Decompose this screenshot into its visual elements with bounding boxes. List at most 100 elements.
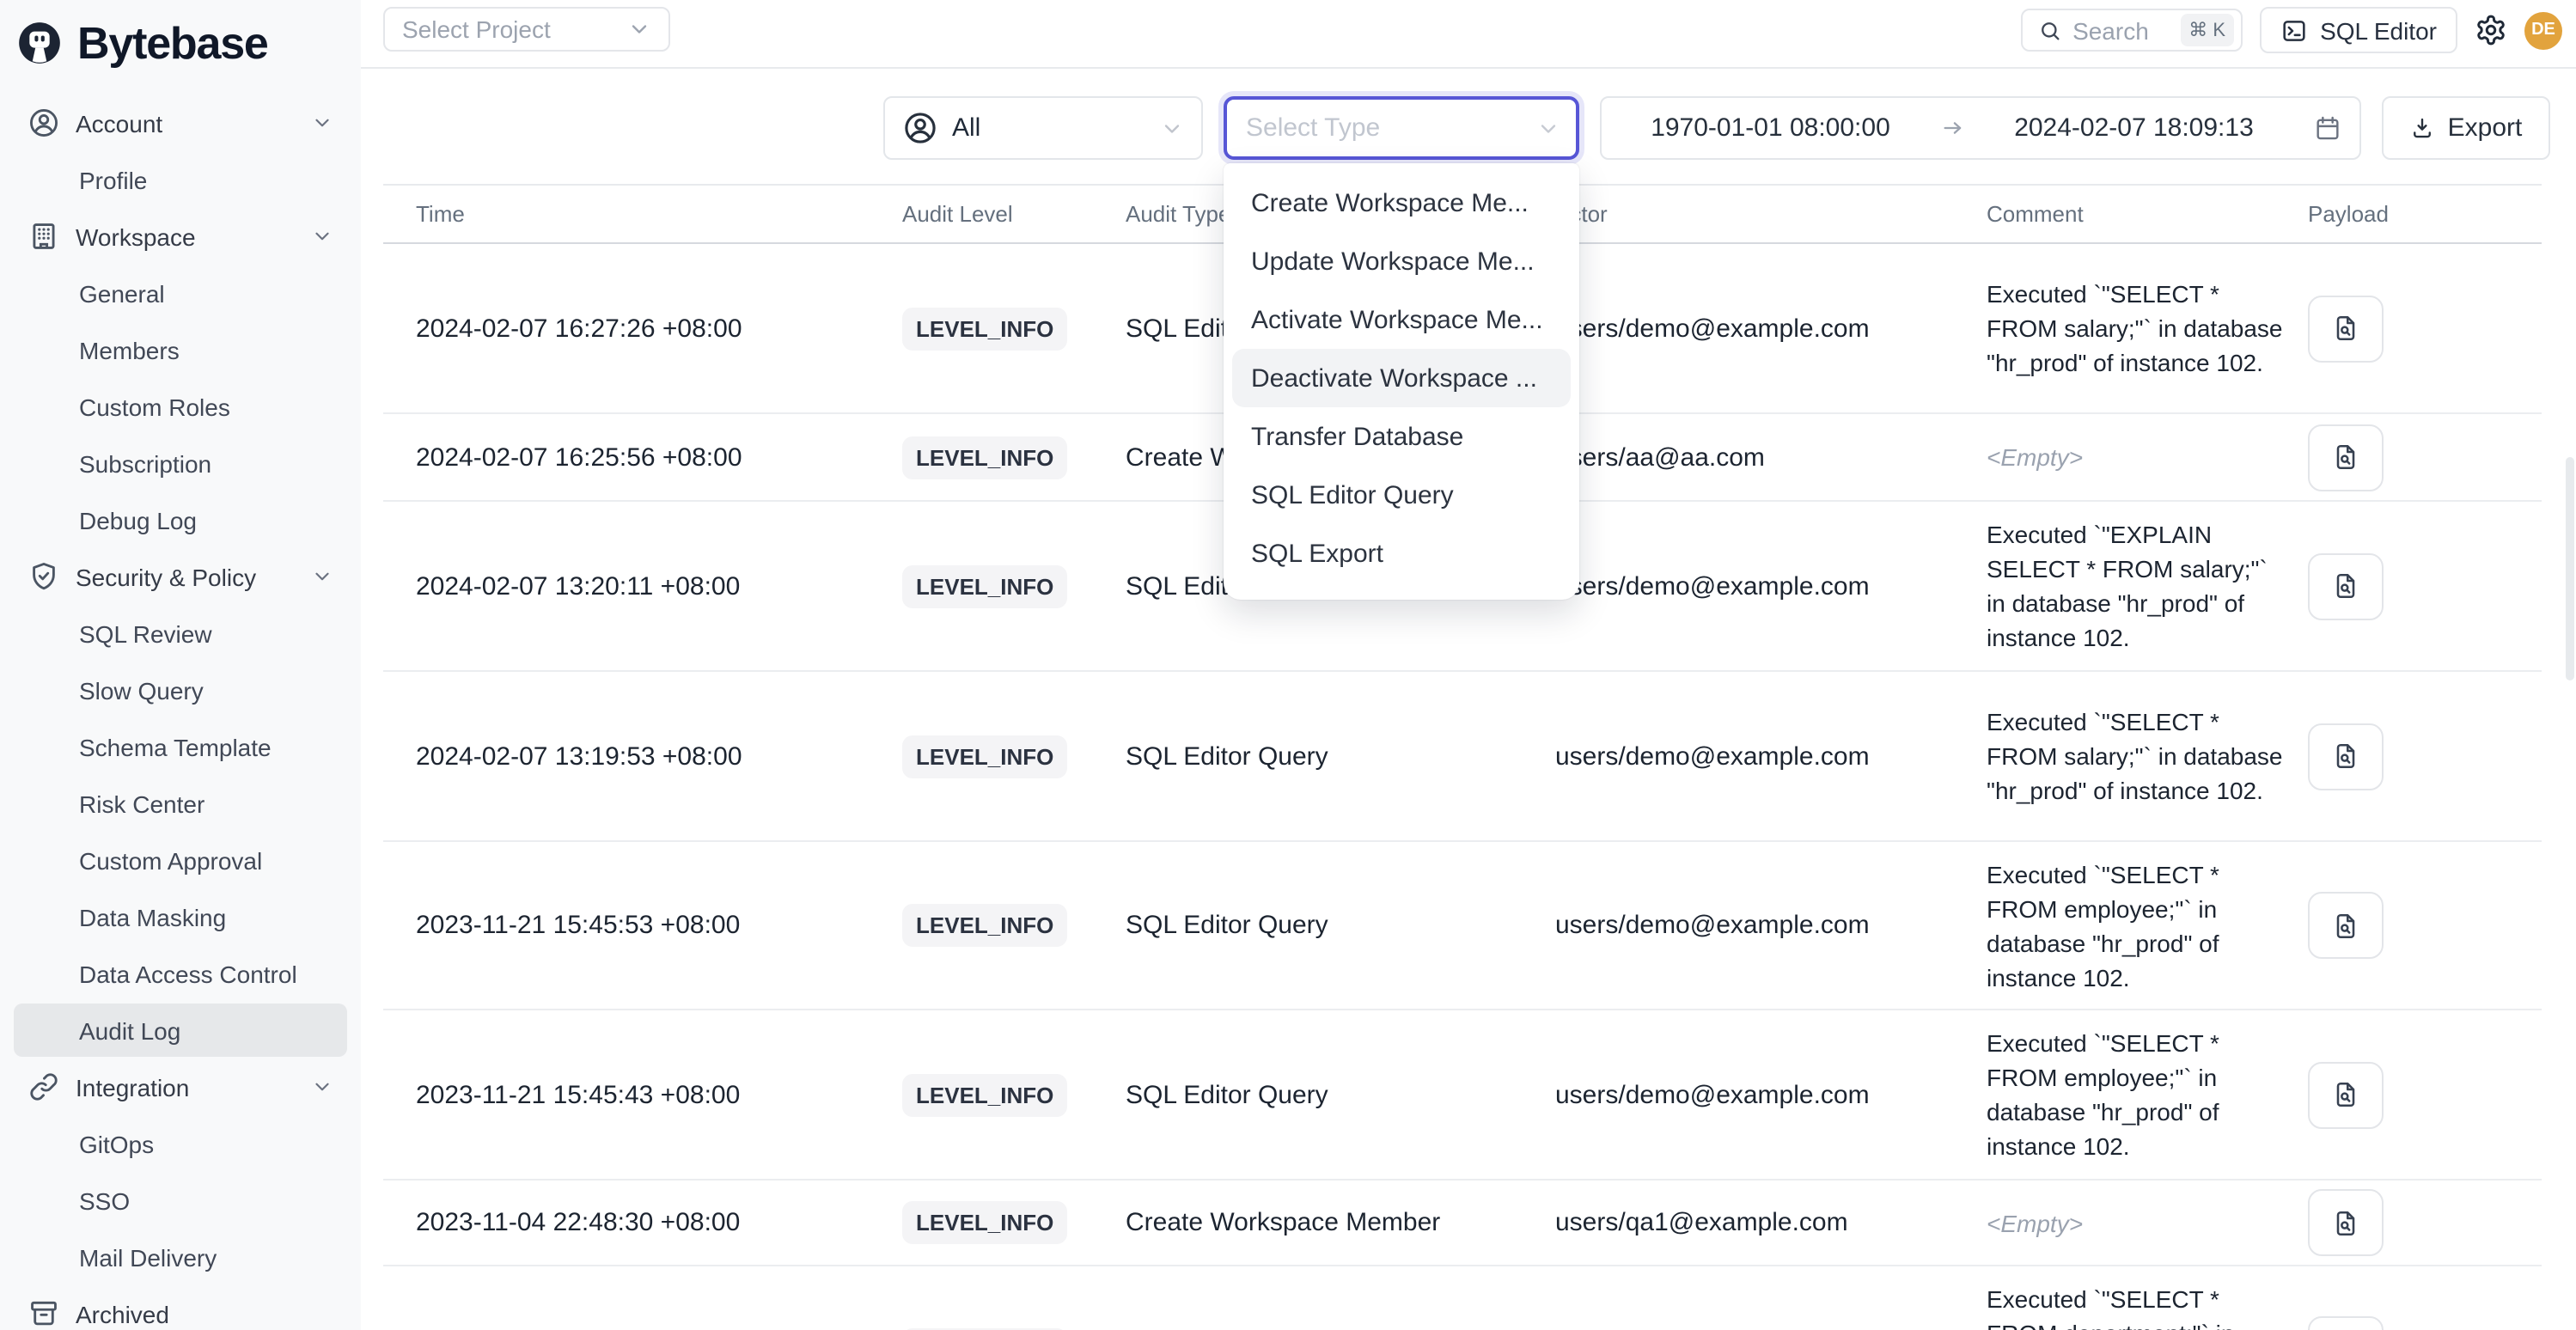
actor-filter-dropdown[interactable]: All [883,96,1203,160]
menu-item-deactivate-workspace-member[interactable]: Deactivate Workspace ... [1232,349,1571,407]
sidebar-item-profile[interactable]: Profile [14,153,347,206]
sidebar-item-data-access-control[interactable]: Data Access Control [14,947,347,1000]
search-input[interactable]: Search ⌘ K [2021,9,2243,52]
file-search-icon [2330,910,2361,941]
payload-view-button[interactable] [2308,892,2384,959]
sidebar-item-custom-approval[interactable]: Custom Approval [14,833,347,887]
sidebar-item-account[interactable]: Account [14,96,347,149]
sidebar-item-integration[interactable]: Integration [14,1060,347,1113]
sidebar-item-custom-roles[interactable]: Custom Roles [14,380,347,433]
date-range-picker[interactable]: 1970-01-01 08:00:00 2024-02-07 18:09:13 [1600,96,2361,160]
avatar[interactable]: DE [2524,11,2562,49]
cell-comment: Executed `"SELECT * FROM department;"` i… [1968,1281,2286,1330]
level-badge: LEVEL_INFO [902,735,1067,778]
sidebar-item-members[interactable]: Members [14,323,347,376]
audit-type-select[interactable]: Select Type [1224,96,1579,160]
sidebar-item-data-masking[interactable]: Data Masking [14,890,347,943]
payload-view-button[interactable] [2308,1061,2384,1128]
cell-audit-type: SQL Editor Query [1108,1080,1555,1109]
cell-time: 2023-11-21 15:45:43 +08:00 [383,1080,885,1109]
sidebar-item-sso[interactable]: SSO [14,1174,347,1227]
cell-comment: Executed `"SELECT * FROM employee;"` in … [1968,857,2286,994]
menu-item-create-workspace-member[interactable]: Create Workspace Me... [1224,174,1579,232]
column-header-actor: Actor [1555,201,1968,227]
level-badge: LEVEL_INFO [902,1201,1067,1244]
sidebar-item-risk-center[interactable]: Risk Center [14,777,347,830]
sidebar-item-general[interactable]: General [14,266,347,320]
scrollbar-thumb[interactable] [2566,457,2574,680]
table-row: 2023-11-21 15:45:53 +08:00 LEVEL_INFO SQ… [383,842,2542,1010]
search-shortcut-badge: ⌘ K [2180,14,2234,46]
audit-type-placeholder: Select Type [1246,113,1380,143]
sidebar-item-gitops[interactable]: GitOps [14,1117,347,1170]
export-label: Export [2448,113,2523,143]
chevron-down-icon [1536,116,1560,140]
menu-item-update-workspace-member[interactable]: Update Workspace Me... [1224,232,1579,290]
link-icon [27,1071,60,1103]
cell-actor: users/demo@example.com [1555,911,1968,940]
file-search-icon [2330,313,2361,344]
table-row: 2023-11-21 15:45:43 +08:00 LEVEL_INFO SQ… [383,1010,2542,1181]
cell-comment: Executed `"SELECT * FROM employee;"` in … [1968,1026,2286,1163]
date-end-value[interactable]: 2024-02-07 18:09:13 [1965,113,2303,143]
file-search-icon [2330,570,2361,601]
menu-item-transfer-database[interactable]: Transfer Database [1224,407,1579,466]
brand-name: Bytebase [77,16,268,70]
building-icon [27,220,60,253]
brand: Bytebase [0,0,361,86]
sidebar-item-label: Account [76,109,162,137]
payload-view-button[interactable] [2308,295,2384,362]
cell-time: 2024-02-07 13:19:53 +08:00 [383,741,885,771]
sidebar-item-mail-delivery[interactable]: Mail Delivery [14,1230,347,1284]
select-project-dropdown[interactable]: Select Project [383,7,670,52]
table-row: 2023-11-04 22:48:30 +08:00 LEVEL_INFO Cr… [383,1181,2542,1266]
sidebar-item-label: Integration [76,1073,189,1101]
menu-item-activate-workspace-member[interactable]: Activate Workspace Me... [1224,290,1579,349]
sidebar-item-debug-log[interactable]: Debug Log [14,493,347,546]
table-row: 2023-11-04 21:06:24 +08:00 LEVEL_INFO SQ… [383,1266,2542,1330]
cell-actor: users/demo@example.com [1555,741,1968,771]
cell-time: 2024-02-07 13:20:11 +08:00 [383,571,885,601]
cell-actor: users/demo@example.com [1555,571,1968,601]
arrow-right-icon [1939,115,1965,141]
level-badge: LEVEL_INFO [902,564,1067,607]
cell-comment: <Empty> [1968,440,2286,474]
menu-item-sql-export[interactable]: SQL Export [1224,524,1579,583]
cell-audit-type: SQL Editor Query [1108,741,1555,771]
sidebar-item-security-policy[interactable]: Security & Policy [14,550,347,603]
sidebar-item-archived[interactable]: Archived [14,1287,347,1330]
payload-view-button[interactable] [2308,424,2384,491]
payload-view-button[interactable] [2308,1189,2384,1256]
topbar-actions: Search ⌘ K SQL Editor DE [2021,7,2562,53]
sidebar-item-label: Archived [76,1300,169,1327]
terminal-icon [2280,16,2308,44]
cell-audit-type: SQL Editor Query [1108,911,1555,940]
column-header-audit-level: Audit Level [885,201,1108,227]
sidebar-item-sql-review[interactable]: SQL Review [14,607,347,660]
payload-view-button[interactable] [2308,1316,2384,1330]
payload-view-button[interactable] [2308,723,2384,790]
sidebar-item-schema-template[interactable]: Schema Template [14,720,347,773]
sidebar-item-slow-query[interactable]: Slow Query [14,663,347,717]
export-button[interactable]: Export [2382,96,2550,160]
cell-comment: Executed `"SELECT * FROM salary;"` in da… [1968,705,2286,808]
sidebar-item-audit-log[interactable]: Audit Log [14,1004,347,1057]
archive-icon [27,1297,60,1330]
file-search-icon [2330,741,2361,772]
download-icon [2410,115,2436,141]
sql-editor-button[interactable]: SQL Editor [2260,7,2457,53]
payload-view-button[interactable] [2308,552,2384,619]
sidebar: Bytebase Account Profile Workspace Gener… [0,0,363,1330]
chevron-down-icon [627,17,651,41]
audit-type-menu: Create Workspace Me... Update Workspace … [1224,163,1579,600]
level-badge: LEVEL_INFO [902,307,1067,350]
chevron-down-icon [311,225,333,247]
sidebar-item-workspace[interactable]: Workspace [14,210,347,263]
sidebar-nav: Account Profile Workspace General Member… [0,86,361,1330]
menu-item-sql-editor-query[interactable]: SQL Editor Query [1224,466,1579,524]
gear-icon[interactable] [2475,14,2507,46]
sidebar-item-subscription[interactable]: Subscription [14,436,347,490]
cell-actor: users/demo@example.com [1555,314,1968,343]
sidebar-item-label: Workspace [76,223,196,250]
date-start-value[interactable]: 1970-01-01 08:00:00 [1602,113,1939,143]
